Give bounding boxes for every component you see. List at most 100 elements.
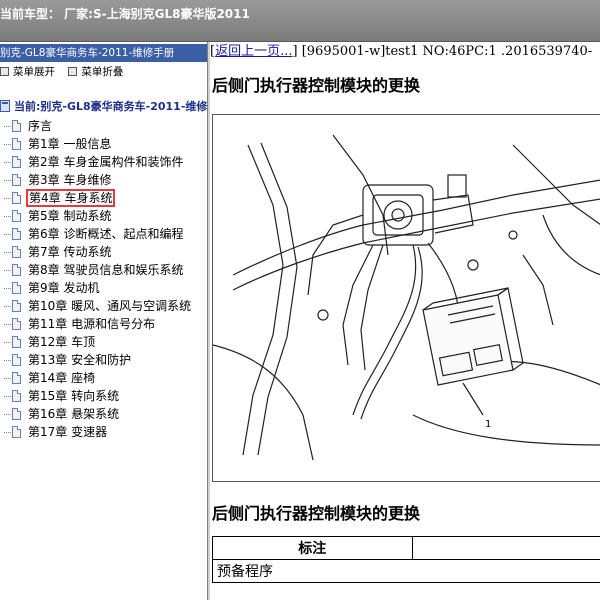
expand-menu-button[interactable]: 菜单展开 [0,64,55,80]
sidebar-item-label: 第11章 电源和信号分布 [28,317,156,331]
sidebar-item-chapter[interactable]: 第9章 发动机 [0,279,207,297]
content-pane: [返回上一页...] [9695001-w]test1 NO:46PC:1 .2… [210,42,600,600]
book-icon [0,100,10,112]
breadcrumb: [返回上一页...] [9695001-w]test1 NO:46PC:1 .2… [210,44,593,59]
document-icon [12,354,21,366]
document-icon [12,318,21,330]
section-title: 后侧门执行器控制模块的更换 [212,504,421,523]
sidebar-item-label: 第5章 制动系统 [28,209,112,223]
sidebar-item-chapter[interactable]: 第7章 传动系统 [0,243,207,261]
sidebar-item-chapter[interactable]: 第12章 车顶 [0,333,207,351]
sidebar-item-chapter[interactable]: 第2章 车身金属构件和装饰件 [0,153,207,171]
sidebar-item-label: 第10章 暖风、通风与空调系统 [28,299,192,313]
sidebar-item-chapter[interactable]: 第4章 车身系统 [0,189,207,207]
document-icon [12,192,21,204]
sidebar-item-label: 第3章 车身维修 [28,173,112,187]
sidebar-item-chapter[interactable]: 第16章 悬架系统 [0,405,207,423]
window-titlebar: 当前车型： 厂家:S-上海别克GL8豪华版2011 [0,0,600,42]
document-icon [12,138,21,150]
sidebar-item-label: 第4章 车身系统 [25,189,116,207]
document-icon [12,228,21,240]
sidebar-item-chapter[interactable]: 第3章 车身维修 [0,171,207,189]
document-icon [12,174,21,186]
tree-root-label: 当前:别克-GL8豪华商务车-2011-维修手册 [14,100,207,113]
tree-connector [4,414,11,415]
sidebar-item-chapter[interactable]: 第11章 电源和信号分布 [0,315,207,333]
tree-connector [4,180,11,181]
column-header-callout: 标注 [212,536,413,560]
document-icon [12,120,21,132]
tree-connector [4,342,11,343]
tree-connector [4,234,11,235]
doc-info: [9695001-w]test1 NO:46PC:1 .2016539740- [301,44,593,59]
sidebar-toolbar: 菜单展开 菜单折叠 [0,64,133,80]
document-icon [12,264,21,276]
sidebar-item-chapter[interactable]: 第6章 诊断概述、起点和编程 [0,225,207,243]
sidebar-item-label: 第15章 转向系统 [28,389,120,403]
page-title: 后侧门执行器控制模块的更换 [212,76,421,95]
chapter-tree: 序言第1章 一般信息第2章 车身金属构件和装饰件 第3章 车身维修第4章 车身系统… [0,117,207,441]
tree-connector [4,216,11,217]
expand-menu-label: 菜单展开 [13,66,55,78]
sidebar-item-chapter[interactable]: 序言 [0,117,207,135]
sidebar-item-label: 第17章 变速器 [28,425,108,439]
collapse-menu-button[interactable]: 菜单折叠 [68,64,123,80]
tree-connector [4,396,11,397]
callout-table: 标注 预备程序 [212,536,600,583]
component-illustration: 1 [212,114,600,482]
sidebar-item-chapter[interactable]: 第10章 暖风、通风与空调系统 [0,297,207,315]
tree-connector [4,324,11,325]
sidebar-item-chapter[interactable]: 第1章 一般信息 [0,135,207,153]
tree-connector [4,378,11,379]
document-icon [12,408,21,420]
door-actuator-drawing: 1 [213,134,600,461]
document-icon [12,372,21,384]
callout-label: 1 [485,419,491,430]
sidebar-header: 别克-GL8豪华商务车-2011-维修手册 [0,44,207,62]
back-link[interactable]: 返回上一页... [215,44,292,59]
table-header-row: 标注 [212,536,600,560]
document-icon [12,210,21,222]
tree-root[interactable]: 当前:别克-GL8豪华商务车-2011-维修手册 [0,98,207,116]
document-icon [12,300,21,312]
sidebar-item-label: 序言 [28,119,53,133]
document-icon [12,156,21,168]
sidebar-item-label: 第8章 驾驶员信息和娱乐系统 [28,263,184,277]
sidebar-item-chapter[interactable]: 第15章 转向系统 [0,387,207,405]
sidebar-item-label: 第2章 车身金属构件和装饰件 [28,155,184,169]
tree-connector [4,126,11,127]
document-icon [12,282,21,294]
tree-connector [4,432,11,433]
sidebar-item-chapter[interactable]: 第14章 座椅 [0,369,207,387]
tree-connector [4,270,11,271]
sidebar-item-label: 第9章 发动机 [28,281,100,295]
window-title: 当前车型： 厂家:S-上海别克GL8豪华版2011 [0,7,250,21]
sidebar-item-label: 第14章 座椅 [28,371,96,385]
collapse-menu-label: 菜单折叠 [81,66,124,78]
tree-connector [4,360,11,361]
tree-connector [4,252,11,253]
document-icon [12,426,21,438]
document-icon [12,246,21,258]
sidebar-item-chapter[interactable]: 第17章 变速器 [0,423,207,441]
tree-connector [4,198,11,199]
expand-icon [0,67,9,76]
sidebar-item-chapter[interactable]: 第13章 安全和防护 [0,351,207,369]
sidebar-item-label: 第6章 诊断概述、起点和编程 [28,227,184,241]
sidebar-item-label: 第13章 安全和防护 [28,353,132,367]
column-header-description [411,536,600,560]
tree-connector [4,144,11,145]
document-icon [12,390,21,402]
table-row: 预备程序 [212,559,600,583]
sidebar-item-label: 第12章 车顶 [28,335,96,349]
sidebar-item-chapter[interactable]: 第8章 驾驶员信息和娱乐系统 [0,261,207,279]
sidebar-item-label: 第16章 悬架系统 [28,407,120,421]
sidebar: 别克-GL8豪华商务车-2011-维修手册 菜单展开 菜单折叠 当前:别克-GL… [0,42,207,600]
tree-connector [4,162,11,163]
sidebar-item-label: 第7章 传动系统 [28,245,112,259]
tree-connector [4,288,11,289]
sidebar-item-label: 第1章 一般信息 [28,137,112,151]
collapse-icon [68,67,78,76]
prep-procedure-label: 预备程序 [212,559,600,583]
sidebar-item-chapter[interactable]: 第5章 制动系统 [0,207,207,225]
